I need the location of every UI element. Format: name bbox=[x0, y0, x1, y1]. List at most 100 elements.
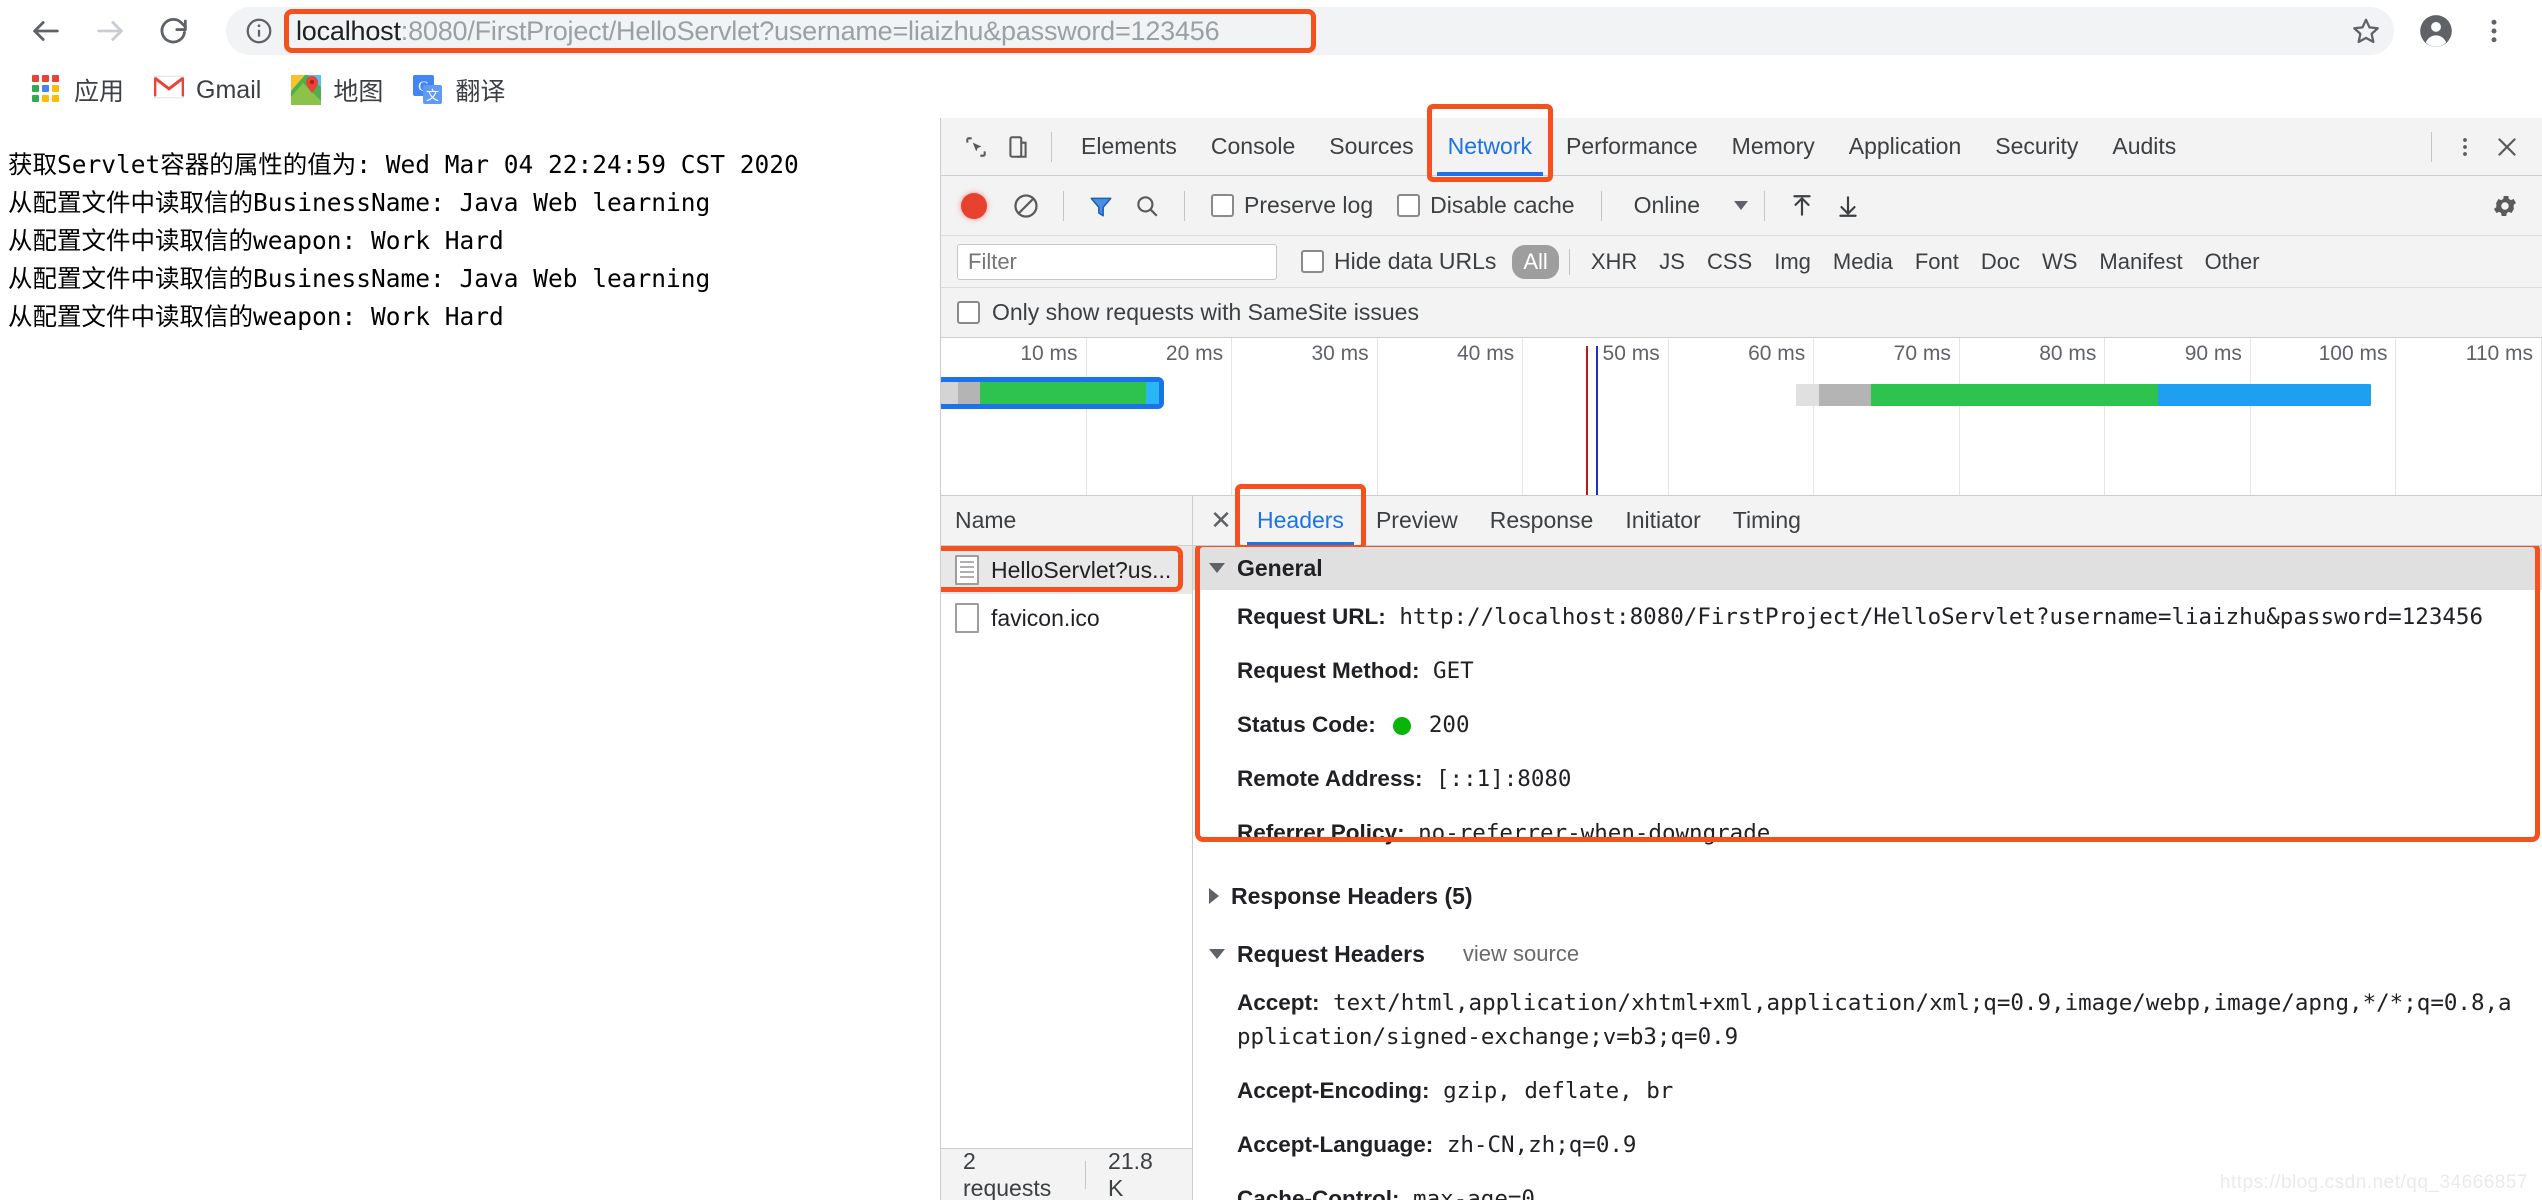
filter-type-other[interactable]: Other bbox=[2194, 245, 2271, 279]
transfer-size: 21.8 K bbox=[1086, 1148, 1192, 1200]
request-overview-bar-1 bbox=[941, 382, 1159, 404]
field-value: max-age=0 bbox=[1413, 1186, 1535, 1200]
clear-icon[interactable] bbox=[1005, 185, 1047, 227]
tab-console[interactable]: Console bbox=[1194, 118, 1312, 176]
bookmarks-bar: 应用 Gmail 地图 G文 翻译 bbox=[0, 62, 2542, 118]
checkbox-box[interactable] bbox=[1397, 194, 1420, 217]
request-header-accept-language: Accept-Language: zh-CN,zh;q=0.9 bbox=[1193, 1118, 2542, 1172]
tick-label: 10 ms bbox=[1020, 342, 1077, 366]
forward-button[interactable] bbox=[86, 7, 134, 55]
response-headers-section-header[interactable]: Response Headers (5) bbox=[1193, 874, 2542, 918]
file-icon bbox=[955, 603, 979, 633]
timeline-tick: 80 ms bbox=[1960, 338, 2106, 495]
tab-application[interactable]: Application bbox=[1832, 118, 1979, 176]
status-ok-dot-icon bbox=[1393, 717, 1411, 735]
preserve-log-checkbox[interactable]: Preserve log bbox=[1211, 192, 1373, 219]
close-detail-icon[interactable]: ✕ bbox=[1201, 501, 1241, 541]
tab-sources[interactable]: Sources bbox=[1312, 118, 1430, 176]
field-key: Accept: bbox=[1237, 990, 1320, 1015]
detail-tab-initiator[interactable]: Initiator bbox=[1609, 496, 1716, 546]
apps-grid-icon bbox=[32, 75, 62, 105]
tick-label: 40 ms bbox=[1457, 342, 1514, 366]
detail-tab-response[interactable]: Response bbox=[1474, 496, 1610, 546]
field-key: Request Method: bbox=[1237, 658, 1420, 683]
page-text-line: 从配置文件中读取信的weapon: Work Hard bbox=[8, 222, 940, 260]
search-icon[interactable] bbox=[1126, 185, 1168, 227]
network-overview-timeline[interactable]: 10 ms 20 ms 30 ms 40 ms 50 ms 60 ms 70 m… bbox=[941, 338, 2542, 496]
field-key: Accept-Language: bbox=[1237, 1132, 1433, 1157]
filter-type-js[interactable]: JS bbox=[1648, 245, 1696, 279]
field-key: Request URL: bbox=[1237, 604, 1386, 629]
page-text-line: 从配置文件中读取信的BusinessName: Java Web learnin… bbox=[8, 184, 940, 222]
devtools-more-menu-icon[interactable] bbox=[2444, 126, 2486, 168]
tab-audits[interactable]: Audits bbox=[2095, 118, 2193, 176]
url-text: localhost:8080/FirstProject/HelloServlet… bbox=[284, 9, 1219, 53]
tab-security[interactable]: Security bbox=[1978, 118, 2095, 176]
network-filter-bar: Hide data URLs All XHR JS CSS Img Media … bbox=[941, 236, 2542, 288]
export-har-icon[interactable] bbox=[1827, 185, 1869, 227]
profile-avatar-icon[interactable] bbox=[2410, 5, 2462, 57]
detail-tab-bar: ✕ Headers Preview Response Initiator Tim… bbox=[1193, 496, 2542, 546]
omnibox[interactable]: localhost:8080/FirstProject/HelloServlet… bbox=[226, 7, 2394, 55]
filter-input[interactable] bbox=[957, 244, 1277, 280]
device-toolbar-icon[interactable] bbox=[997, 126, 1039, 168]
three-dot-menu-icon[interactable] bbox=[2468, 5, 2520, 57]
throttling-select[interactable]: Online bbox=[1634, 192, 1748, 219]
field-key: Remote Address: bbox=[1237, 766, 1422, 791]
filter-type-all[interactable]: All bbox=[1512, 245, 1558, 279]
request-row-helloservlet[interactable]: HelloServlet?us... bbox=[941, 546, 1192, 594]
tick-label: 50 ms bbox=[1603, 342, 1660, 366]
bookmark-maps[interactable]: 地图 bbox=[281, 66, 403, 114]
request-name-column-header[interactable]: Name bbox=[941, 496, 1192, 546]
general-referrer-policy: Referrer Policy: no-referrer-when-downgr… bbox=[1193, 806, 2542, 860]
disable-cache-checkbox[interactable]: Disable cache bbox=[1397, 192, 1574, 219]
general-section-header[interactable]: General bbox=[1193, 546, 2542, 590]
request-detail-pane: ✕ Headers Preview Response Initiator Tim… bbox=[1193, 496, 2542, 1200]
url-field[interactable]: localhost:8080/FirstProject/HelloServlet… bbox=[284, 9, 2354, 53]
request-summary-footer: 2 requests 21.8 K bbox=[941, 1148, 1192, 1200]
filter-type-font[interactable]: Font bbox=[1904, 245, 1970, 279]
record-button[interactable] bbox=[961, 193, 987, 219]
request-headers-section-header[interactable]: Request Headers view source bbox=[1193, 932, 2542, 976]
back-button[interactable] bbox=[22, 7, 70, 55]
samesite-checkbox[interactable] bbox=[957, 301, 980, 324]
checkbox-box[interactable] bbox=[1301, 250, 1324, 273]
site-info-icon[interactable] bbox=[244, 16, 274, 46]
tick-label: 70 ms bbox=[1894, 342, 1951, 366]
filter-type-manifest[interactable]: Manifest bbox=[2088, 245, 2193, 279]
tab-memory[interactable]: Memory bbox=[1715, 118, 1832, 176]
field-key: Status Code: bbox=[1237, 712, 1376, 737]
inspect-element-icon[interactable] bbox=[955, 126, 997, 168]
bookmark-apps[interactable]: 应用 bbox=[22, 66, 144, 114]
filter-type-ws[interactable]: WS bbox=[2031, 245, 2088, 279]
request-header-accept-encoding: Accept-Encoding: gzip, deflate, br bbox=[1193, 1064, 2542, 1118]
browser-chrome: localhost:8080/FirstProject/HelloServlet… bbox=[0, 0, 2542, 118]
reload-button[interactable] bbox=[150, 7, 198, 55]
filter-type-img[interactable]: Img bbox=[1763, 245, 1822, 279]
bookmark-translate[interactable]: G文 翻译 bbox=[403, 66, 525, 114]
detail-tab-headers[interactable]: Headers bbox=[1241, 496, 1360, 546]
bookmark-gmail[interactable]: Gmail bbox=[144, 69, 281, 111]
tab-performance[interactable]: Performance bbox=[1549, 118, 1715, 176]
toolbar-divider bbox=[1601, 191, 1602, 221]
view-source-link[interactable]: view source bbox=[1463, 941, 1579, 967]
checkbox-box[interactable] bbox=[1211, 194, 1234, 217]
field-value: zh-CN,zh;q=0.9 bbox=[1447, 1132, 1637, 1158]
hide-data-urls-checkbox[interactable]: Hide data URLs bbox=[1301, 248, 1496, 275]
detail-tab-preview[interactable]: Preview bbox=[1360, 496, 1474, 546]
svg-text:文: 文 bbox=[426, 89, 439, 104]
tab-network[interactable]: Network bbox=[1431, 118, 1549, 176]
filter-type-doc[interactable]: Doc bbox=[1970, 245, 2031, 279]
request-row-favicon[interactable]: favicon.ico bbox=[941, 594, 1192, 642]
filter-funnel-icon[interactable] bbox=[1080, 185, 1122, 227]
detail-tab-timing[interactable]: Timing bbox=[1717, 496, 1817, 546]
import-har-icon[interactable] bbox=[1781, 185, 1823, 227]
close-devtools-icon[interactable] bbox=[2486, 126, 2528, 168]
tab-elements[interactable]: Elements bbox=[1064, 118, 1194, 176]
filter-type-xhr[interactable]: XHR bbox=[1580, 245, 1648, 279]
gear-icon[interactable] bbox=[2484, 185, 2526, 227]
field-value: no-referrer-when-downgrade bbox=[1418, 820, 1770, 846]
headers-content: General Request URL: http://localhost:80… bbox=[1193, 546, 2542, 1200]
filter-type-media[interactable]: Media bbox=[1822, 245, 1904, 279]
filter-type-css[interactable]: CSS bbox=[1696, 245, 1763, 279]
